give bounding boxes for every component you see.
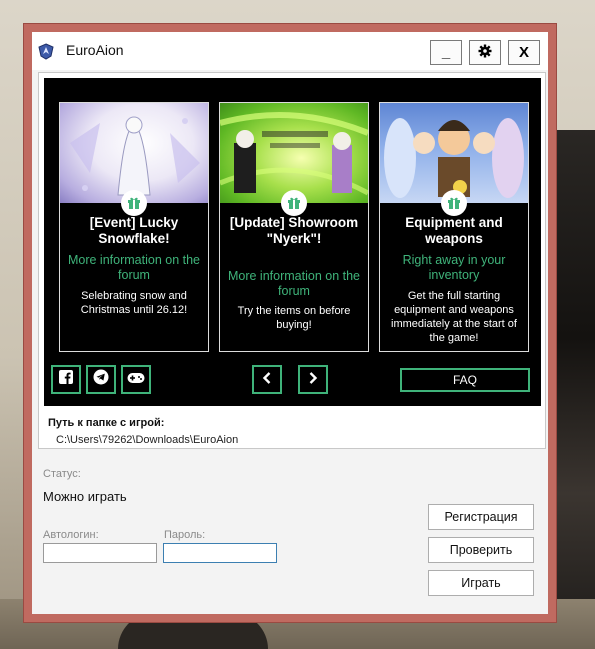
card-description: Try the items on before buying! — [237, 305, 351, 331]
check-button[interactable]: Проверить — [428, 537, 534, 563]
title-bar[interactable]: EuroAion _ X — [32, 32, 548, 70]
status-value: Можно играть — [43, 489, 127, 504]
gear-icon — [478, 44, 492, 62]
card-title: [Event] Lucky Snowflake! — [89, 215, 179, 246]
password-label: Пароль: — [164, 529, 206, 541]
news-card-event[interactable]: [Event] Lucky Snowflake! More informatio… — [59, 102, 209, 352]
chevron-left-icon — [262, 371, 272, 389]
next-news-button[interactable] — [298, 365, 328, 394]
showroom-banner-image — [220, 103, 368, 203]
game-path-label: Путь к папке с игрой: — [48, 417, 165, 429]
gift-icon — [121, 190, 147, 216]
gift-icon — [441, 190, 467, 216]
launcher-frame: EuroAion _ X [Event] Lucky Snowflake! Mo… — [23, 23, 557, 623]
event-banner-image — [60, 103, 208, 203]
play-button[interactable]: Играть — [428, 570, 534, 596]
news-card-update[interactable]: [Update] Showroom "Nyerk"! More informat… — [219, 102, 369, 352]
telegram-icon — [93, 369, 109, 390]
app-logo-icon — [38, 43, 54, 60]
card-description: Get the full starting equipment and weap… — [391, 290, 517, 344]
equipment-banner-image — [380, 103, 528, 203]
card-forum-link[interactable]: Right away in your inventory — [384, 253, 524, 283]
card-forum-link[interactable]: More information on the forum — [64, 253, 204, 283]
facebook-icon — [59, 370, 73, 389]
launcher-window: EuroAion _ X [Event] Lucky Snowflake! Mo… — [32, 32, 548, 614]
status-label: Статус: — [43, 468, 81, 480]
chevron-right-icon — [308, 371, 318, 389]
register-button[interactable]: Регистрация — [428, 504, 534, 530]
gamepad-icon — [127, 371, 145, 389]
card-description: Selebrating snow and Christmas until 26.… — [80, 290, 188, 316]
game-path-value[interactable]: C:\Users\79262\Downloads\EuroAion — [56, 434, 238, 446]
minimize-button[interactable]: _ — [430, 40, 462, 65]
prev-news-button[interactable] — [252, 365, 282, 394]
gift-icon — [281, 190, 307, 216]
window-title: EuroAion — [66, 42, 124, 58]
password-field[interactable] — [163, 543, 277, 563]
gamepad-button[interactable] — [121, 365, 151, 394]
close-button[interactable]: X — [508, 40, 540, 65]
telegram-button[interactable] — [86, 365, 116, 394]
autologin-field[interactable] — [43, 543, 157, 563]
autologin-label: Автологин: — [43, 529, 99, 541]
faq-button[interactable]: FAQ — [400, 368, 530, 392]
card-title: Equipment and weapons — [405, 215, 503, 246]
facebook-button[interactable] — [51, 365, 81, 394]
settings-button[interactable] — [469, 40, 501, 65]
news-carousel: [Event] Lucky Snowflake! More informatio… — [44, 78, 541, 406]
news-card-equipment[interactable]: Equipment and weapons Right away in your… — [379, 102, 529, 352]
news-panel: [Event] Lucky Snowflake! More informatio… — [38, 72, 546, 449]
card-title: [Update] Showroom "Nyerk"! — [229, 215, 359, 246]
card-forum-link[interactable]: More information on the forum — [224, 269, 364, 299]
